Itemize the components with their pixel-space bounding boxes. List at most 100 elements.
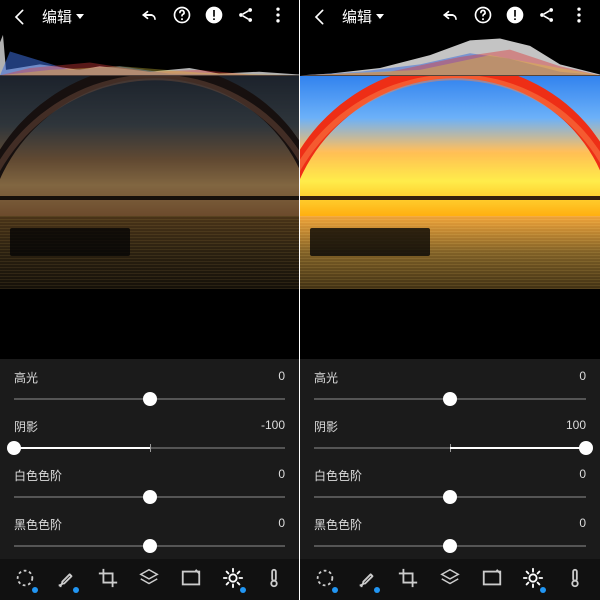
share-button[interactable] bbox=[532, 2, 562, 32]
temp-tool[interactable] bbox=[257, 563, 291, 597]
histogram bbox=[300, 33, 600, 75]
back-button[interactable] bbox=[6, 2, 36, 32]
edit-indicator-dot bbox=[540, 587, 546, 593]
more-button[interactable] bbox=[263, 2, 293, 32]
alert-button[interactable] bbox=[199, 2, 229, 32]
slider-value: -100 bbox=[261, 418, 285, 435]
presets-tool[interactable] bbox=[308, 563, 342, 597]
help-button[interactable] bbox=[167, 2, 197, 32]
screen-title[interactable]: 编辑 bbox=[42, 6, 84, 27]
photo-preview[interactable] bbox=[300, 76, 600, 290]
tool-bar bbox=[300, 559, 600, 600]
adjustment-panel: 高光0阴影-100白色色阶0黑色色阶0 bbox=[0, 359, 299, 559]
slider-thumb[interactable] bbox=[443, 392, 457, 406]
edit-indicator-dot bbox=[332, 587, 338, 593]
slider-thumb[interactable] bbox=[7, 441, 21, 455]
slider-track[interactable] bbox=[14, 439, 285, 457]
slider-row: 黑色色阶0 bbox=[0, 510, 299, 559]
slider-track[interactable] bbox=[314, 537, 586, 555]
presets-tool[interactable] bbox=[8, 563, 42, 597]
slider-track[interactable] bbox=[14, 537, 285, 555]
top-bar: 编辑 bbox=[300, 0, 600, 33]
undo-button[interactable] bbox=[135, 2, 165, 32]
slider-value: 0 bbox=[579, 516, 586, 533]
layers-tool[interactable] bbox=[132, 563, 166, 597]
light-tool[interactable] bbox=[516, 563, 550, 597]
slider-row: 黑色色阶 0 bbox=[300, 510, 600, 559]
slider-label: 白色色阶 bbox=[314, 467, 362, 484]
undo-icon bbox=[140, 5, 160, 28]
temp-icon bbox=[564, 567, 586, 592]
slider-thumb[interactable] bbox=[443, 490, 457, 504]
slider-track[interactable] bbox=[314, 390, 586, 408]
more-button[interactable] bbox=[564, 2, 594, 32]
back-button[interactable] bbox=[306, 2, 336, 32]
frame-tool[interactable] bbox=[174, 563, 208, 597]
share-button[interactable] bbox=[231, 2, 261, 32]
slider-row: 高光 0 bbox=[0, 363, 299, 412]
frame-icon bbox=[180, 567, 202, 592]
more-icon bbox=[569, 5, 589, 28]
brush-tool[interactable] bbox=[49, 563, 83, 597]
alert-button[interactable] bbox=[500, 2, 530, 32]
slider-thumb[interactable] bbox=[143, 392, 157, 406]
screen-title-label: 编辑 bbox=[342, 6, 372, 27]
layers-icon bbox=[138, 567, 160, 592]
edit-indicator-dot bbox=[240, 587, 246, 593]
caret-down-icon bbox=[76, 14, 84, 19]
slider-label: 黑色色阶 bbox=[314, 516, 362, 533]
help-icon bbox=[172, 5, 192, 28]
slider-value: 100 bbox=[566, 418, 586, 435]
slider-row: 白色色阶0 bbox=[300, 461, 600, 510]
editor-pane-left: 编辑 高光0阴影-100白色色阶0黑色色阶0 bbox=[0, 0, 300, 600]
edit-indicator-dot bbox=[73, 587, 79, 593]
slider-label: 黑色色阶 bbox=[14, 516, 62, 533]
undo-button[interactable] bbox=[436, 2, 466, 32]
alert-icon bbox=[204, 5, 224, 28]
slider-row: 阴影 -100 bbox=[0, 412, 299, 461]
slider-label: 阴影 bbox=[314, 418, 338, 435]
slider-thumb[interactable] bbox=[579, 441, 593, 455]
slider-row: 白色色阶0 bbox=[0, 461, 299, 510]
slider-thumb[interactable] bbox=[143, 490, 157, 504]
photo-preview[interactable] bbox=[0, 76, 299, 290]
slider-value: 0 bbox=[278, 369, 285, 386]
adjustment-panel: 高光0阴影100白色色阶0黑色色阶0 bbox=[300, 359, 600, 559]
light-tool[interactable] bbox=[216, 563, 250, 597]
alert-icon bbox=[505, 5, 525, 28]
edit-indicator-dot bbox=[374, 587, 380, 593]
brush-tool[interactable] bbox=[350, 563, 384, 597]
crop-icon bbox=[397, 567, 419, 592]
slider-label: 阴影 bbox=[14, 418, 38, 435]
slider-row: 阴影 100 bbox=[300, 412, 600, 461]
histogram bbox=[0, 33, 299, 75]
share-icon bbox=[537, 5, 557, 28]
slider-thumb[interactable] bbox=[143, 539, 157, 553]
slider-track[interactable] bbox=[314, 488, 586, 506]
slider-label: 高光 bbox=[314, 369, 338, 386]
slider-track[interactable] bbox=[314, 439, 586, 457]
temp-tool[interactable] bbox=[558, 563, 592, 597]
slider-value: 0 bbox=[278, 467, 285, 484]
more-icon bbox=[268, 5, 288, 28]
slider-track[interactable] bbox=[14, 390, 285, 408]
frame-icon bbox=[481, 567, 503, 592]
layers-tool[interactable] bbox=[433, 563, 467, 597]
slider-thumb[interactable] bbox=[443, 539, 457, 553]
editor-pane-right: 编辑 高光0阴影100白色色阶0黑色色阶0 bbox=[300, 0, 600, 600]
share-icon bbox=[236, 5, 256, 28]
screen-title[interactable]: 编辑 bbox=[342, 6, 384, 27]
crop-tool[interactable] bbox=[391, 563, 425, 597]
help-button[interactable] bbox=[468, 2, 498, 32]
slider-label: 高光 bbox=[14, 369, 38, 386]
help-icon bbox=[473, 5, 493, 28]
screen-title-label: 编辑 bbox=[42, 6, 72, 27]
crop-icon bbox=[97, 567, 119, 592]
caret-down-icon bbox=[376, 14, 384, 19]
top-bar: 编辑 bbox=[0, 0, 299, 33]
slider-track[interactable] bbox=[14, 488, 285, 506]
undo-icon bbox=[441, 5, 461, 28]
edit-indicator-dot bbox=[32, 587, 38, 593]
frame-tool[interactable] bbox=[475, 563, 509, 597]
crop-tool[interactable] bbox=[91, 563, 125, 597]
